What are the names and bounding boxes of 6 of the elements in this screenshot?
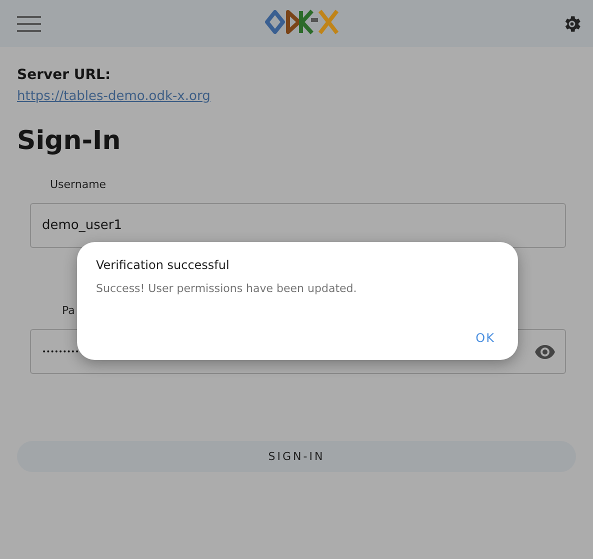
field-label: Pa: [62, 304, 76, 317]
server-url-label: Server URL:: [17, 67, 112, 83]
page-heading: Sign-In: [17, 126, 122, 156]
field-label: Username: [50, 178, 108, 191]
dialog-message: Success! User permissions have been updated.: [96, 282, 358, 295]
dialog-title: Verification successful: [96, 258, 230, 272]
